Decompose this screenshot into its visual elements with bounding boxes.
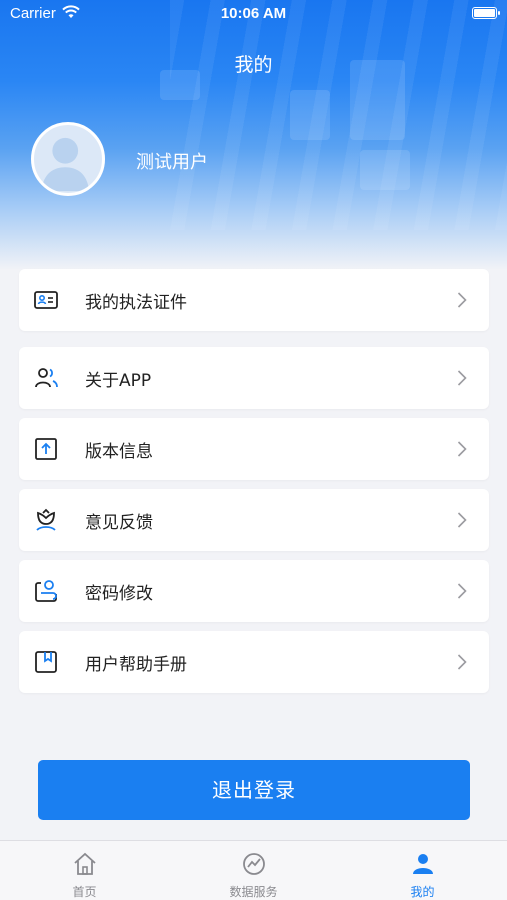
menu-item-label: 关于APP (85, 371, 152, 391)
username: 测试用户 (136, 152, 208, 173)
menu-item-label: 版本信息 (85, 442, 153, 462)
chevron-right-icon (457, 292, 467, 308)
tab-label: 首页 (72, 885, 97, 899)
chevron-right-icon (457, 654, 467, 670)
avatar[interactable] (31, 122, 105, 196)
menu-item-feedback[interactable]: 意见反馈 (19, 489, 489, 551)
battery-icon (472, 7, 500, 19)
avatar-person-icon (41, 137, 90, 192)
status-time: 10:06 AM (220, 5, 287, 22)
tab-home[interactable]: 首页 (0, 841, 169, 900)
upload-icon (35, 438, 57, 460)
logout-button[interactable]: 退出登录 (38, 760, 470, 820)
home-icon (74, 852, 96, 875)
tab-label: 数据服务 (229, 885, 278, 899)
page-title: 我的 (234, 54, 273, 76)
chevron-right-icon (457, 441, 467, 457)
status-bar: Carrier 10:06 AM (0, 0, 507, 28)
id-card-icon (34, 291, 58, 309)
bookmark-book-icon (35, 651, 57, 673)
header-car-image (290, 90, 330, 140)
chevron-right-icon (457, 512, 467, 528)
menu-item-certificate[interactable]: 我的执法证件 (19, 269, 489, 331)
menu-item-password[interactable]: 密码修改 (19, 560, 489, 622)
menu-item-label: 我的执法证件 (85, 293, 187, 313)
tab-bar: 首页 数据服务 我的 (0, 840, 507, 900)
menu-item-version[interactable]: 版本信息 (19, 418, 489, 480)
menu-item-help[interactable]: 用户帮助手册 (19, 631, 489, 693)
data-service-icon (243, 853, 265, 875)
tab-data-service[interactable]: 数据服务 (169, 841, 338, 900)
header-car-image (360, 150, 410, 190)
tab-mine[interactable]: 我的 (338, 841, 507, 900)
menu-item-label: 意见反馈 (85, 513, 153, 533)
flower-icon (36, 508, 56, 531)
user-icon (413, 854, 433, 874)
chevron-right-icon (457, 583, 467, 599)
chevron-right-icon (457, 370, 467, 386)
menu-item-label: 用户帮助手册 (85, 655, 187, 675)
header-road-image (170, 0, 507, 230)
tab-label: 我的 (410, 885, 435, 899)
password-icon (35, 580, 57, 602)
menu-item-label: 密码修改 (85, 584, 153, 604)
users-icon (35, 368, 58, 388)
menu-item-about[interactable]: 关于APP (19, 347, 489, 409)
